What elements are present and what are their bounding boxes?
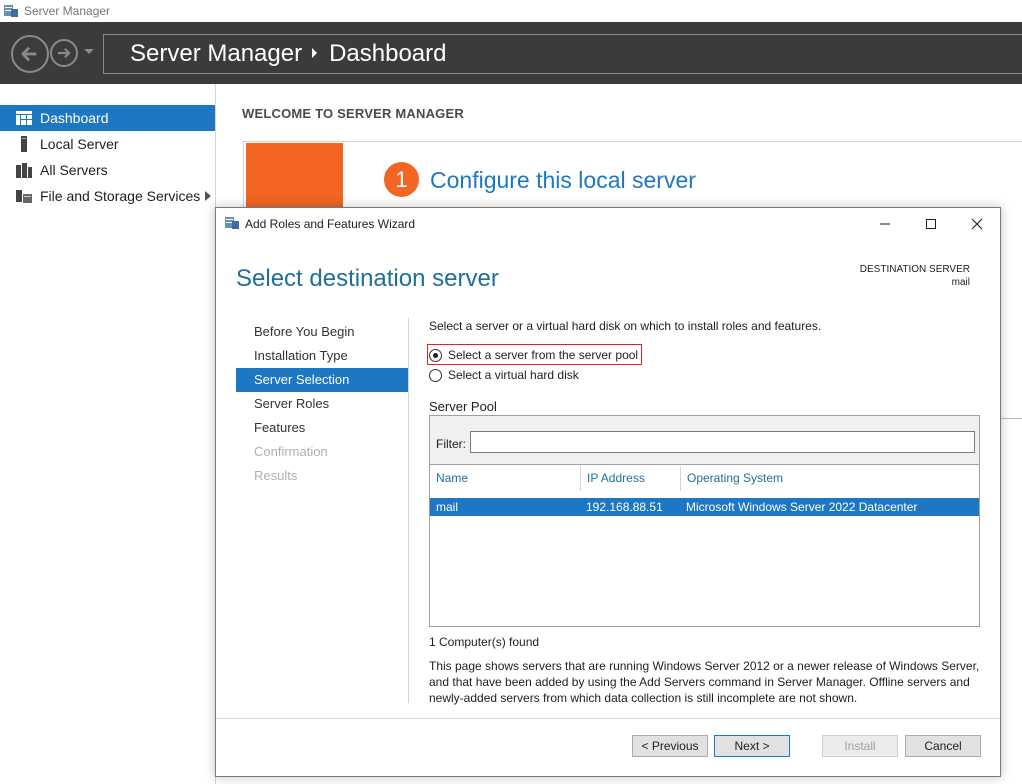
cell-ip: 192.168.88.51 (586, 500, 663, 514)
sidebar-item-label: File and Storage Services (40, 188, 201, 204)
sidebar-item-local-server[interactable]: Local Server (0, 131, 215, 157)
sidebar-item-label: Local Server (40, 136, 119, 152)
minimize-icon (880, 223, 890, 225)
breadcrumb-current: Dashboard (329, 40, 447, 67)
server-pool-option[interactable]: Select a server from the server pool (429, 348, 638, 362)
close-button[interactable] (954, 212, 1000, 236)
previous-button[interactable]: < Previous (632, 735, 708, 757)
configure-server-link[interactable]: Configure this local server (430, 167, 696, 194)
step-before-you-begin[interactable]: Before You Begin (236, 320, 408, 344)
next-button[interactable]: Next > (714, 735, 790, 757)
step-server-roles[interactable]: Server Roles (236, 392, 408, 416)
chevron-right-icon[interactable] (205, 191, 211, 201)
window-title: Server Manager (24, 4, 111, 18)
step-results: Results (254, 468, 298, 483)
header-bar: Server Manager Dashboard (0, 22, 1022, 84)
arrow-left-icon (20, 46, 37, 62)
filter-label: Filter: (436, 437, 466, 451)
dashboard-icon (16, 111, 32, 125)
breadcrumb: Server Manager Dashboard (130, 40, 447, 68)
cell-name: mail (436, 500, 459, 514)
install-button: Install (822, 735, 898, 757)
filter-input[interactable] (470, 431, 975, 453)
nav-divider (408, 318, 409, 703)
footer-divider (216, 718, 1000, 719)
divider (999, 418, 1022, 419)
cancel-button[interactable]: Cancel (905, 735, 981, 757)
add-roles-wizard-dialog: Add Roles and Features Wizard Select des… (215, 207, 1001, 777)
column-header-ip[interactable]: IP Address (580, 466, 680, 491)
maximize-button[interactable] (908, 212, 954, 236)
welcome-heading: WELCOME TO SERVER MANAGER (242, 106, 464, 121)
minimize-button[interactable] (862, 212, 908, 236)
sidebar-item-file-storage[interactable]: File and Storage Services (0, 183, 215, 209)
cell-os: Microsoft Windows Server 2022 Datacenter (686, 500, 918, 514)
destination-server-value: mail (951, 277, 970, 288)
wizard-app-icon (225, 217, 239, 229)
breadcrumb-separator-icon (312, 48, 318, 58)
servers-icon (16, 163, 32, 178)
arrow-right-icon (58, 47, 71, 59)
server-pool-radio[interactable] (429, 348, 442, 362)
step-confirmation: Confirmation (254, 444, 328, 459)
computers-found-count: 1 Computer(s) found (429, 635, 540, 649)
info-note: This page shows servers that are running… (429, 659, 980, 705)
breadcrumb-root[interactable]: Server Manager (130, 40, 302, 68)
dialog-heading: Select destination server (236, 265, 499, 292)
destination-server-label: DESTINATION SERVER (859, 264, 970, 275)
column-header-os[interactable]: Operating System (680, 466, 979, 491)
dialog-title: Add Roles and Features Wizard (245, 217, 416, 231)
server-icon (21, 136, 27, 152)
table-row[interactable]: mail 192.168.88.51 Microsoft Windows Ser… (430, 498, 979, 516)
storage-icon (16, 190, 32, 203)
step-server-selection[interactable]: Server Selection (236, 368, 408, 392)
sidebar-item-label: All Servers (40, 162, 108, 178)
server-manager-app-icon (4, 5, 18, 17)
server-pool-heading: Server Pool (429, 399, 497, 414)
dialog-title-bar[interactable]: Add Roles and Features Wizard (216, 208, 1000, 239)
close-icon (971, 218, 983, 230)
sidebar-item-dashboard[interactable]: Dashboard (0, 105, 215, 131)
instruction-text: Select a server or a virtual hard disk o… (429, 319, 822, 333)
vhd-radio[interactable] (429, 368, 442, 382)
column-header-name[interactable]: Name (430, 466, 580, 491)
filter-bar: Filter: (430, 416, 979, 465)
forward-button[interactable] (50, 39, 78, 67)
title-bar: Server Manager (0, 0, 1022, 22)
server-pool-table: Filter: Name IP Address Operating System… (429, 415, 980, 627)
history-dropdown-icon[interactable] (84, 49, 94, 54)
back-button[interactable] (11, 35, 49, 73)
server-pool-option-label: Select a server from the server pool (448, 348, 639, 362)
table-header: Name IP Address Operating System (430, 466, 979, 491)
sidebar-item-label: Dashboard (40, 110, 109, 126)
step-installation-type[interactable]: Installation Type (236, 344, 408, 368)
step-number-badge: 1 (384, 162, 419, 197)
wizard-steps-nav: Before You Begin Installation Type Serve… (236, 320, 408, 488)
step-features[interactable]: Features (236, 416, 408, 440)
sidebar: Dashboard Local Server All Servers File … (0, 84, 216, 784)
vhd-option-label: Select a virtual hard disk (448, 368, 579, 382)
maximize-icon (926, 219, 936, 229)
vhd-option[interactable]: Select a virtual hard disk (429, 368, 579, 382)
quick-start-tile[interactable] (246, 143, 343, 213)
sidebar-item-all-servers[interactable]: All Servers (0, 157, 215, 183)
